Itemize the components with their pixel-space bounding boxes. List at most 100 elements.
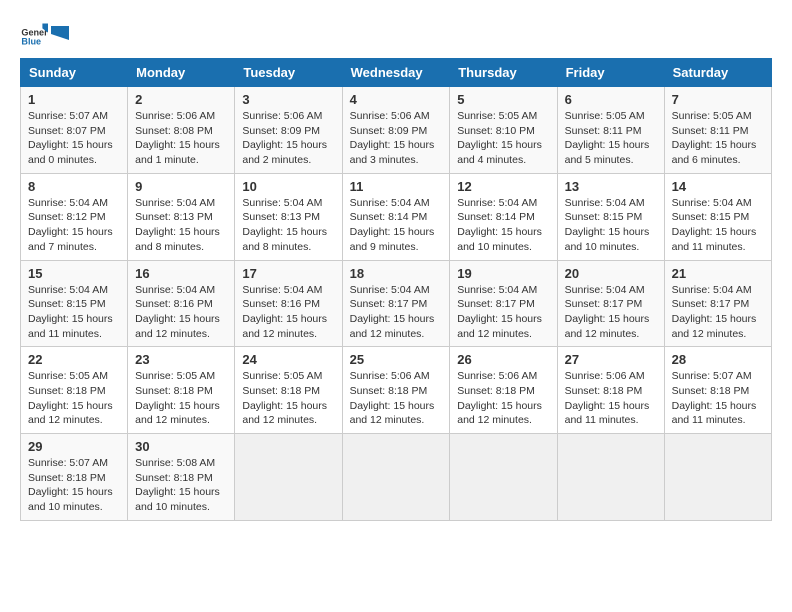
calendar-cell: 25 Sunrise: 5:06 AMSunset: 8:18 PMDaylig… [342,347,450,434]
day-info: Sunrise: 5:04 AMSunset: 8:13 PMDaylight:… [242,196,334,255]
calendar-cell: 11 Sunrise: 5:04 AMSunset: 8:14 PMDaylig… [342,173,450,260]
calendar-cell: 5 Sunrise: 5:05 AMSunset: 8:10 PMDayligh… [450,87,557,174]
day-number: 24 [242,352,334,367]
day-number: 13 [565,179,657,194]
day-number: 5 [457,92,549,107]
day-info: Sunrise: 5:04 AMSunset: 8:15 PMDaylight:… [672,196,764,255]
calendar-cell: 24 Sunrise: 5:05 AMSunset: 8:18 PMDaylig… [235,347,342,434]
day-info: Sunrise: 5:06 AMSunset: 8:18 PMDaylight:… [565,369,657,428]
calendar-cell: 12 Sunrise: 5:04 AMSunset: 8:14 PMDaylig… [450,173,557,260]
calendar-cell: 28 Sunrise: 5:07 AMSunset: 8:18 PMDaylig… [664,347,771,434]
logo-icon: General Blue [20,20,48,48]
calendar-cell: 10 Sunrise: 5:04 AMSunset: 8:13 PMDaylig… [235,173,342,260]
day-info: Sunrise: 5:04 AMSunset: 8:17 PMDaylight:… [565,283,657,342]
day-info: Sunrise: 5:08 AMSunset: 8:18 PMDaylight:… [135,456,227,515]
day-info: Sunrise: 5:06 AMSunset: 8:18 PMDaylight:… [350,369,443,428]
calendar-cell: 19 Sunrise: 5:04 AMSunset: 8:17 PMDaylig… [450,260,557,347]
day-info: Sunrise: 5:07 AMSunset: 8:18 PMDaylight:… [28,456,120,515]
calendar-cell: 1 Sunrise: 5:07 AMSunset: 8:07 PMDayligh… [21,87,128,174]
day-info: Sunrise: 5:05 AMSunset: 8:18 PMDaylight:… [28,369,120,428]
day-number: 11 [350,179,443,194]
day-info: Sunrise: 5:04 AMSunset: 8:14 PMDaylight:… [457,196,549,255]
calendar-cell: 26 Sunrise: 5:06 AMSunset: 8:18 PMDaylig… [450,347,557,434]
day-number: 3 [242,92,334,107]
calendar-cell: 9 Sunrise: 5:04 AMSunset: 8:13 PMDayligh… [128,173,235,260]
day-info: Sunrise: 5:04 AMSunset: 8:16 PMDaylight:… [242,283,334,342]
calendar-cell: 4 Sunrise: 5:06 AMSunset: 8:09 PMDayligh… [342,87,450,174]
calendar-cell: 17 Sunrise: 5:04 AMSunset: 8:16 PMDaylig… [235,260,342,347]
day-info: Sunrise: 5:05 AMSunset: 8:10 PMDaylight:… [457,109,549,168]
weekday-header-friday: Friday [557,59,664,87]
calendar-cell: 29 Sunrise: 5:07 AMSunset: 8:18 PMDaylig… [21,434,128,521]
calendar-week-4: 22 Sunrise: 5:05 AMSunset: 8:18 PMDaylig… [21,347,772,434]
day-number: 17 [242,266,334,281]
day-number: 20 [565,266,657,281]
day-number: 22 [28,352,120,367]
calendar-table: SundayMondayTuesdayWednesdayThursdayFrid… [20,58,772,521]
svg-text:Blue: Blue [21,37,41,47]
calendar-body: 1 Sunrise: 5:07 AMSunset: 8:07 PMDayligh… [21,87,772,521]
weekday-header-wednesday: Wednesday [342,59,450,87]
day-number: 7 [672,92,764,107]
day-number: 12 [457,179,549,194]
calendar-week-5: 29 Sunrise: 5:07 AMSunset: 8:18 PMDaylig… [21,434,772,521]
weekday-header-thursday: Thursday [450,59,557,87]
page-header: General Blue [20,20,772,48]
day-info: Sunrise: 5:06 AMSunset: 8:09 PMDaylight:… [350,109,443,168]
weekday-header-tuesday: Tuesday [235,59,342,87]
day-number: 1 [28,92,120,107]
day-number: 25 [350,352,443,367]
day-number: 15 [28,266,120,281]
day-info: Sunrise: 5:04 AMSunset: 8:17 PMDaylight:… [457,283,549,342]
calendar-cell: 27 Sunrise: 5:06 AMSunset: 8:18 PMDaylig… [557,347,664,434]
calendar-cell: 15 Sunrise: 5:04 AMSunset: 8:15 PMDaylig… [21,260,128,347]
calendar-cell: 14 Sunrise: 5:04 AMSunset: 8:15 PMDaylig… [664,173,771,260]
day-number: 28 [672,352,764,367]
day-info: Sunrise: 5:06 AMSunset: 8:18 PMDaylight:… [457,369,549,428]
calendar-cell: 2 Sunrise: 5:06 AMSunset: 8:08 PMDayligh… [128,87,235,174]
calendar-week-2: 8 Sunrise: 5:04 AMSunset: 8:12 PMDayligh… [21,173,772,260]
day-info: Sunrise: 5:04 AMSunset: 8:15 PMDaylight:… [28,283,120,342]
weekday-header-monday: Monday [128,59,235,87]
weekday-header-saturday: Saturday [664,59,771,87]
day-number: 16 [135,266,227,281]
day-number: 26 [457,352,549,367]
calendar-cell: 16 Sunrise: 5:04 AMSunset: 8:16 PMDaylig… [128,260,235,347]
day-info: Sunrise: 5:05 AMSunset: 8:11 PMDaylight:… [672,109,764,168]
day-info: Sunrise: 5:07 AMSunset: 8:18 PMDaylight:… [672,369,764,428]
day-info: Sunrise: 5:07 AMSunset: 8:07 PMDaylight:… [28,109,120,168]
weekday-header-row: SundayMondayTuesdayWednesdayThursdayFrid… [21,59,772,87]
day-number: 10 [242,179,334,194]
day-info: Sunrise: 5:04 AMSunset: 8:16 PMDaylight:… [135,283,227,342]
day-info: Sunrise: 5:04 AMSunset: 8:12 PMDaylight:… [28,196,120,255]
calendar-cell: 8 Sunrise: 5:04 AMSunset: 8:12 PMDayligh… [21,173,128,260]
calendar-header: SundayMondayTuesdayWednesdayThursdayFrid… [21,59,772,87]
calendar-cell [342,434,450,521]
day-info: Sunrise: 5:06 AMSunset: 8:08 PMDaylight:… [135,109,227,168]
calendar-cell: 21 Sunrise: 5:04 AMSunset: 8:17 PMDaylig… [664,260,771,347]
calendar-cell: 30 Sunrise: 5:08 AMSunset: 8:18 PMDaylig… [128,434,235,521]
weekday-header-sunday: Sunday [21,59,128,87]
day-number: 18 [350,266,443,281]
logo: General Blue [20,20,70,48]
calendar-cell: 6 Sunrise: 5:05 AMSunset: 8:11 PMDayligh… [557,87,664,174]
day-number: 30 [135,439,227,454]
calendar-cell: 20 Sunrise: 5:04 AMSunset: 8:17 PMDaylig… [557,260,664,347]
calendar-cell: 23 Sunrise: 5:05 AMSunset: 8:18 PMDaylig… [128,347,235,434]
day-number: 9 [135,179,227,194]
day-info: Sunrise: 5:04 AMSunset: 8:15 PMDaylight:… [565,196,657,255]
day-number: 14 [672,179,764,194]
calendar-cell [235,434,342,521]
day-info: Sunrise: 5:06 AMSunset: 8:09 PMDaylight:… [242,109,334,168]
calendar-cell: 7 Sunrise: 5:05 AMSunset: 8:11 PMDayligh… [664,87,771,174]
day-number: 21 [672,266,764,281]
day-number: 29 [28,439,120,454]
day-number: 4 [350,92,443,107]
calendar-week-3: 15 Sunrise: 5:04 AMSunset: 8:15 PMDaylig… [21,260,772,347]
day-number: 8 [28,179,120,194]
calendar-cell: 3 Sunrise: 5:06 AMSunset: 8:09 PMDayligh… [235,87,342,174]
calendar-cell [557,434,664,521]
calendar-cell: 18 Sunrise: 5:04 AMSunset: 8:17 PMDaylig… [342,260,450,347]
day-info: Sunrise: 5:04 AMSunset: 8:17 PMDaylight:… [350,283,443,342]
day-info: Sunrise: 5:04 AMSunset: 8:17 PMDaylight:… [672,283,764,342]
